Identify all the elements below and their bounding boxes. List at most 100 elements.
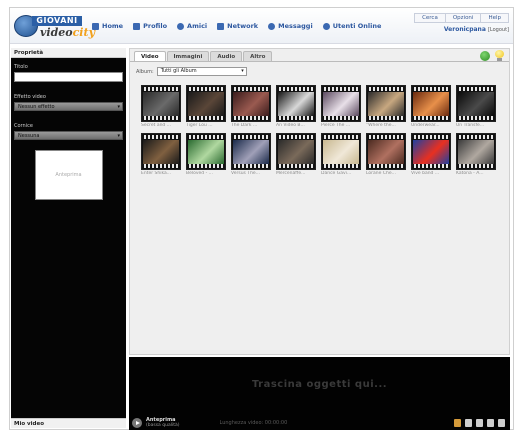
film-perforation <box>367 116 405 120</box>
nav-item-utenti-online[interactable]: Utenti Online <box>322 22 381 30</box>
thumbnail-image <box>233 92 269 116</box>
home-icon <box>92 22 99 30</box>
cornice-select[interactable]: Nessuna ▾ <box>14 131 123 140</box>
film-perforation <box>277 87 315 91</box>
video-clip[interactable]: An Video B... <box>276 85 316 128</box>
list-icon[interactable] <box>465 419 472 427</box>
video-clip[interactable]: Secret and ... <box>141 85 181 128</box>
film-perforation <box>232 116 270 120</box>
clip-caption: Tiger Lou ... <box>186 123 213 128</box>
chevron-down-icon: ▾ <box>117 104 120 110</box>
video-grid: Secret and ... Tiger Lou ... The Dark ... A… <box>141 85 496 176</box>
video-clip[interactable]: Un Transfe... <box>456 85 496 128</box>
video-clip[interactable]: Versus The... <box>231 133 271 176</box>
video-clip[interactable]: Lorane Che... <box>366 133 406 176</box>
video-thumbnail[interactable] <box>321 133 361 170</box>
clip-caption: Enter Shika... <box>141 171 172 176</box>
video-thumbnail[interactable] <box>456 133 496 170</box>
logout-link[interactable]: [Logout] <box>488 27 509 33</box>
video-clip[interactable]: Beloved - ... <box>186 133 226 176</box>
nav-item-profilo[interactable]: Profilo <box>133 22 167 30</box>
video-thumbnail[interactable] <box>411 133 451 170</box>
video-clip[interactable]: Pierce The ... <box>321 85 361 128</box>
clip-caption: The Dark ... <box>231 123 258 128</box>
cerca-link[interactable]: Cerca <box>414 13 445 23</box>
video-clip[interactable]: Mercenaffe... <box>276 133 316 176</box>
film-perforation <box>412 116 450 120</box>
video-thumbnail[interactable] <box>321 85 361 122</box>
video-clip[interactable]: Vive band ... <box>411 133 451 176</box>
film-perforation <box>457 135 495 139</box>
video-thumbnail[interactable] <box>276 133 316 170</box>
trash-icon[interactable] <box>498 419 505 427</box>
title-label: Titolo <box>14 64 28 70</box>
effect-select[interactable]: Nessun effetto ▾ <box>14 102 123 111</box>
film-perforation <box>142 164 180 168</box>
film-perforation <box>187 116 225 120</box>
film-perforation <box>367 135 405 139</box>
thumbnail-image <box>188 140 224 164</box>
video-clip[interactable]: Enter Shika... <box>141 133 181 176</box>
top-links: Cerca Opzioni Help <box>414 13 509 23</box>
video-clip[interactable]: Katona - A... <box>456 133 496 176</box>
nav-item-network[interactable]: Network <box>217 22 258 30</box>
effect-value: Nessun effetto <box>18 104 55 110</box>
clip-caption: Versus The... <box>231 171 260 176</box>
video-thumbnail[interactable] <box>366 133 406 170</box>
clip-caption: Dance Gavi... <box>321 171 352 176</box>
video-thumbnail[interactable] <box>186 85 226 122</box>
thumbnail-image <box>458 140 494 164</box>
video-clip[interactable]: The Dark ... <box>231 85 271 128</box>
clip-caption: Un Transfe... <box>456 123 485 128</box>
album-select[interactable]: Tutti gli Album ▾ <box>156 67 247 76</box>
thumbnail-image <box>413 140 449 164</box>
video-thumbnail[interactable] <box>276 85 316 122</box>
film-perforation <box>322 116 360 120</box>
help-link[interactable]: Help <box>480 13 509 23</box>
clip-caption: Lorane Che... <box>366 171 396 176</box>
nav-item-amici[interactable]: Amici <box>177 22 207 30</box>
cornice-label: Cornice <box>14 123 33 129</box>
timeline-dropzone[interactable]: Trascina oggetti qui... Anteprima (bassa… <box>129 357 510 430</box>
video-clip[interactable]: "Where the... <box>366 85 406 128</box>
nav-item-messaggi[interactable]: Messaggi <box>268 22 313 30</box>
thumbnail-image <box>368 140 404 164</box>
video-thumbnail[interactable] <box>186 133 226 170</box>
video-clip[interactable]: Underwear... <box>411 85 451 128</box>
document-icon[interactable] <box>476 419 483 427</box>
timeline-tools <box>454 419 505 427</box>
refresh-icon[interactable] <box>480 51 490 61</box>
video-thumbnail[interactable] <box>366 85 406 122</box>
lightbulb-icon[interactable] <box>495 50 504 62</box>
film-perforation <box>232 87 270 91</box>
video-thumbnail[interactable] <box>141 85 181 122</box>
clip-caption: Underwear... <box>411 123 440 128</box>
my-video-footer[interactable]: Mio video <box>11 418 126 428</box>
folder-icon[interactable] <box>454 419 461 427</box>
logo[interactable]: GIOVANI videocity <box>14 13 95 41</box>
video-thumbnail[interactable] <box>411 85 451 122</box>
clip-caption: Katona - A... <box>456 171 484 176</box>
video-thumbnail[interactable] <box>231 85 271 122</box>
play-preview-button[interactable] <box>132 418 142 428</box>
opzioni-link[interactable]: Opzioni <box>444 13 481 23</box>
video-thumbnail[interactable] <box>141 133 181 170</box>
video-thumbnail[interactable] <box>231 133 271 170</box>
thumbnail-image <box>143 92 179 116</box>
video-thumbnail[interactable] <box>456 85 496 122</box>
username[interactable]: Veronicpana <box>444 26 486 33</box>
nav-item-home[interactable]: Home <box>92 22 123 30</box>
thumbnail-image <box>323 92 359 116</box>
video-clip[interactable]: Dance Gavi... <box>321 133 361 176</box>
nav-messaggi-label: Messaggi <box>278 22 313 30</box>
preview-info: Anteprima (bassa qualità) <box>146 418 180 429</box>
film-perforation <box>322 87 360 91</box>
video-clip[interactable]: Tiger Lou ... <box>186 85 226 128</box>
film-perforation <box>142 116 180 120</box>
nav-profilo-label: Profilo <box>143 22 168 30</box>
title-input[interactable] <box>14 72 123 82</box>
copy-icon[interactable] <box>487 419 494 427</box>
clip-caption: Mercenaffe... <box>276 171 306 176</box>
album-label: Album: <box>136 68 154 75</box>
frame-preview: Anteprima <box>34 150 103 200</box>
